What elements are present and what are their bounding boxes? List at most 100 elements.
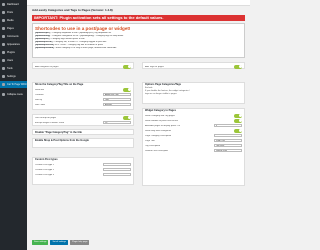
setting-toggle[interactable] [234,118,242,123]
shortcode-description: - Category val, if value = 1 Category ta… [52,41,107,43]
widget-description: tags are no longer visible in pages. [145,93,178,95]
shortcode-description: - Category dropdown in title / [wpadtag2… [50,32,112,34]
sidebar-item-pages[interactable]: Pages [0,25,27,32]
shortcode-code: [wpadcatdrop] [35,35,51,37]
setting-row: Default Post Description Default Post [143,148,244,153]
add-tags-box: Add Tags for pages [142,62,245,69]
setting-input[interactable] [103,167,131,172]
sidebar-item-label: Media [7,19,14,22]
save-settings-button[interactable]: Save settings [32,240,49,245]
setting-label: Custom Post type 3 [35,173,55,176]
collapse-icon [2,93,5,96]
add-categories-box: Add categories to pages [32,62,134,69]
plugin-icon [2,51,5,54]
sidebar-item-label: Dashboard [7,3,19,6]
setting-label: Show Category and Tag pages [145,114,175,117]
sidebar-item-label: Appearance [7,43,20,46]
enable-options-box: Enable Shop & Post Options from the Goog… [32,138,134,148]
enable-options-heading: Enable Shop & Post Options from the Goog… [35,139,89,142]
add-categories-label: Add categories to pages [35,65,59,68]
sidebar-item-settings[interactable]: Settings [0,73,27,80]
setting-label: Page Title [145,139,155,142]
collapse-menu-label: Collapse menu [7,93,23,96]
shortcode-code: [wpadcatpstr] [35,38,50,40]
setting-label: Sort by [35,98,42,101]
important-notice: IMPORTANT: Plugin activation sets all se… [32,15,245,21]
sidebar-item-appearance[interactable]: Appearance [0,41,27,48]
shortcode-code: [wpadcatpstrdata] [35,47,54,49]
add-tags-toggle[interactable] [234,64,242,69]
setting-label: Show only main categories [145,129,172,132]
sidebar-item-label: Settings [7,75,16,78]
comment-icon [2,35,5,38]
setting-toggle[interactable] [234,113,242,118]
setting-input[interactable]: Tag Desc [214,143,242,148]
sidebar-item-dashboard[interactable]: Dashboard [0,1,27,8]
setting-label: Use excerpt for pages [35,116,57,119]
options-page-box: Options Page Categories/Tags Exclude If y… [142,82,245,104]
sidebar-item-media[interactable]: Media [0,17,27,24]
reset-settings-button[interactable]: Set all settings [50,240,68,245]
setting-label: Available pages to display posts: On [145,124,181,127]
sidebar-item-label: Pages [7,27,14,30]
setting-toggle[interactable] [234,128,242,133]
shortcode-description: - Category tags without posts in title [49,38,85,40]
setting-label: Excerpt length in words: From [35,121,65,124]
admin-topbar [27,0,250,6]
setting-input[interactable]: Page Title [214,138,242,143]
setting-label: Custom Post type 2 [35,168,55,171]
setting-row: Sort Order Ascend [33,102,133,107]
show-title-box: Show the Category/Tag Title on the Page … [32,82,134,110]
collapse-menu-button[interactable]: Collapse menu [0,91,27,98]
sidebar-item-posts[interactable]: Posts [0,9,27,16]
setting-toggle[interactable] [123,115,131,120]
shortcode-code: [wpadcatpstrval] [35,41,53,43]
action-buttons: Save settings Set all settings Plugin he… [32,240,90,245]
setting-input[interactable]: 10 [103,120,131,125]
setting-label: Columns [35,93,44,96]
setting-label: Show title [35,88,45,91]
shortcode-description: val = TRUE - Category tag title or numbe… [53,44,104,46]
add-categories-toggle[interactable] [123,64,131,69]
setting-row: Custom Post type 3 [33,172,133,177]
setting-input[interactable]: Ascend [103,102,131,107]
setting-input[interactable] [103,172,131,177]
shortcode-description: - Enter category ID or slug of each page… [53,47,117,49]
sidebar-item-cat-to-page-wdgt[interactable]: Cat To Page WDGT [0,81,27,88]
sidebar-item-label: Cat To Page WDGT [7,83,27,86]
widget-category-box: Widget Category to Pages Show Category a… [142,108,245,186]
setting-input[interactable]: 3 [214,123,242,128]
sidebar-item-tools[interactable]: Tools [0,65,27,72]
page-icon [2,27,5,30]
shortcode-description: - Categorie navigation as list / [wpadta… [50,35,124,37]
setting-input[interactable]: Title [103,97,131,102]
add-tags-label: Add Tags for pages [145,65,164,68]
setting-label: Default Post Description [145,149,169,152]
sidebar-item-label: Posts [7,11,13,14]
sidebar-item-label: Comments [7,35,19,38]
main-content: Add easily Categories and Tags to Pages … [27,0,250,250]
setting-label: Custom Post type 1 [35,163,55,166]
brush-icon [2,43,5,46]
page-title: Add easily Categories and Tags to Pages … [32,8,113,12]
setting-input[interactable] [214,133,242,138]
excerpt-box: Use excerpt for pages Excerpt length in w… [32,114,134,126]
shortcodes-box: Shortcodes to use in a post/page or widg… [32,23,245,58]
media-icon [2,19,5,22]
sidebar-item-comments[interactable]: Comments [0,33,27,40]
plugin-help-button[interactable]: Plugin help page [70,240,90,245]
setting-row: Excerpt length in words: From 10 [33,120,133,125]
setting-input[interactable] [103,162,131,167]
admin-sidebar: Dashboard Posts Media Pages Comments Appearan… [0,0,27,250]
sidebar-item-users[interactable]: Users [0,57,27,64]
custom-post-types-box: Custom Post types Custom Post type 1 Cust… [32,157,134,185]
setting-input[interactable]: Above last Title [103,92,131,97]
shortcode-code: [wpadcat2pcs] [35,32,51,34]
setting-toggle[interactable] [123,87,131,92]
pin-icon [2,11,5,14]
sidebar-item-label: Users [7,59,14,62]
setting-label: Show number of posts next to title [145,119,178,122]
user-icon [2,59,5,62]
setting-input[interactable]: Default Post [214,148,242,153]
sidebar-item-plugins[interactable]: Plugins [0,49,27,56]
